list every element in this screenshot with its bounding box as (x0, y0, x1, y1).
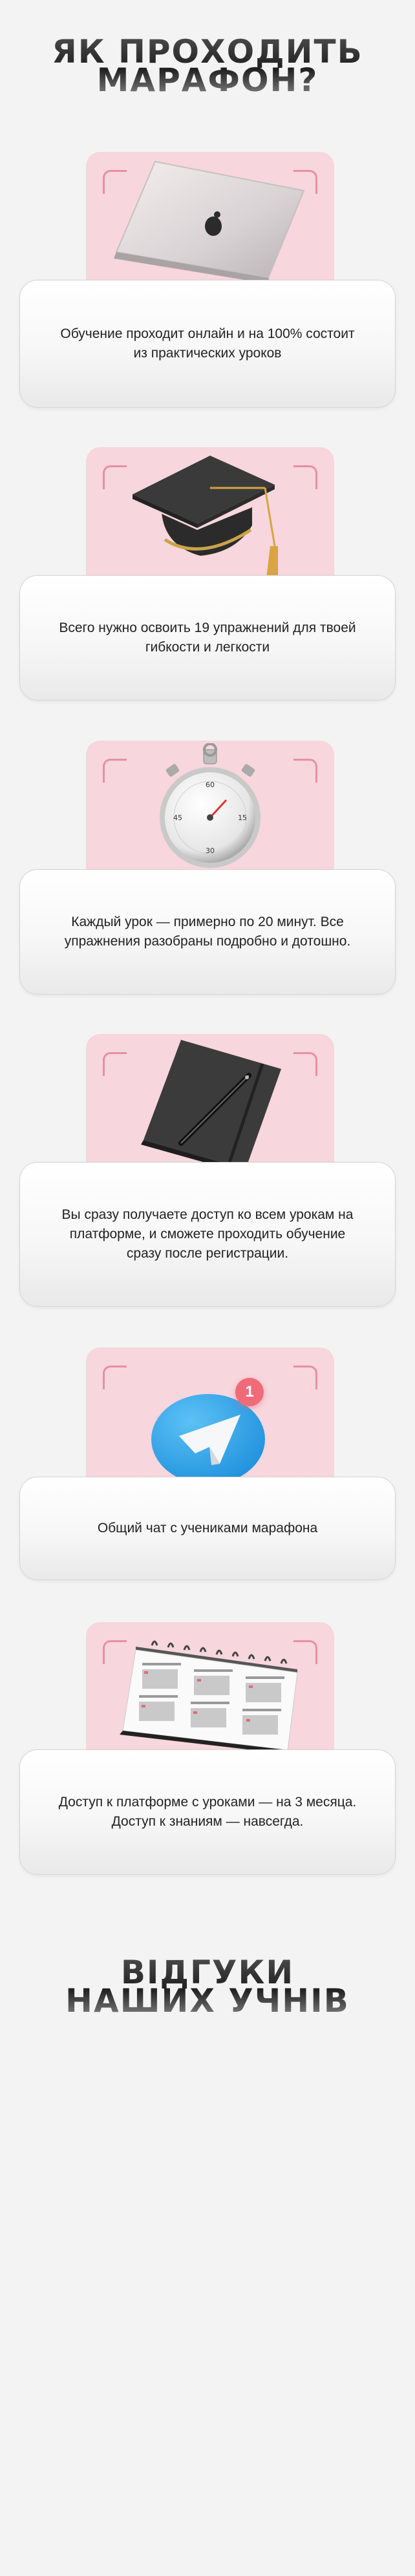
svg-text:60: 60 (206, 781, 215, 789)
notebook-pen-icon (141, 1040, 281, 1172)
step-5-text: Общий чат с учениками марафона (97, 1521, 318, 1536)
section-heading-reviews: ВІДГУКИ НАШИХ УЧНІВ (0, 1958, 415, 2015)
step-4-card: Вы сразу получаете доступ ко всем урокам… (19, 1162, 396, 1307)
graduation-cap-icon (133, 456, 278, 578)
step-4-text: Вы сразу получаете доступ ко всем урокам… (61, 1207, 354, 1261)
step-1-card: Обучение проходит онлайн и на 100% состо… (19, 280, 396, 408)
badge-count: 1 (245, 1383, 254, 1400)
step-2-card: Всего нужно освоить 19 упражнений для тв… (19, 575, 396, 701)
step-1-text: Обучение проходит онлайн и на 100% состо… (60, 326, 355, 361)
svg-text:15: 15 (238, 814, 247, 822)
step-6-card: Доступ к платформе с уроками — на 3 меся… (19, 1749, 396, 1875)
notification-badge: 1 (235, 1378, 264, 1406)
section-heading-how: ЯК ПРОХОДИТЬ МАРАФОН? (0, 37, 415, 94)
heading-line-2: НАШИХ УЧНІВ (65, 1982, 350, 2020)
laptop-icon (114, 160, 305, 284)
step-3-card: Каждый урок — примерно по 20 минут. Все … (19, 869, 396, 995)
step-6-text: Доступ к платформе с уроками — на 3 меся… (58, 1795, 357, 1829)
svg-text:45: 45 (173, 814, 182, 822)
calendar-icon (120, 1640, 298, 1754)
stopwatch-icon: 60 15 30 45 (160, 743, 261, 868)
step-3-text: Каждый урок — примерно по 20 минут. Все … (64, 914, 351, 949)
step-5-card: Общий чат с учениками марафона (19, 1477, 396, 1580)
step-2-text: Всего нужно освоить 19 упражнений для тв… (59, 620, 356, 655)
svg-text:30: 30 (206, 847, 215, 855)
